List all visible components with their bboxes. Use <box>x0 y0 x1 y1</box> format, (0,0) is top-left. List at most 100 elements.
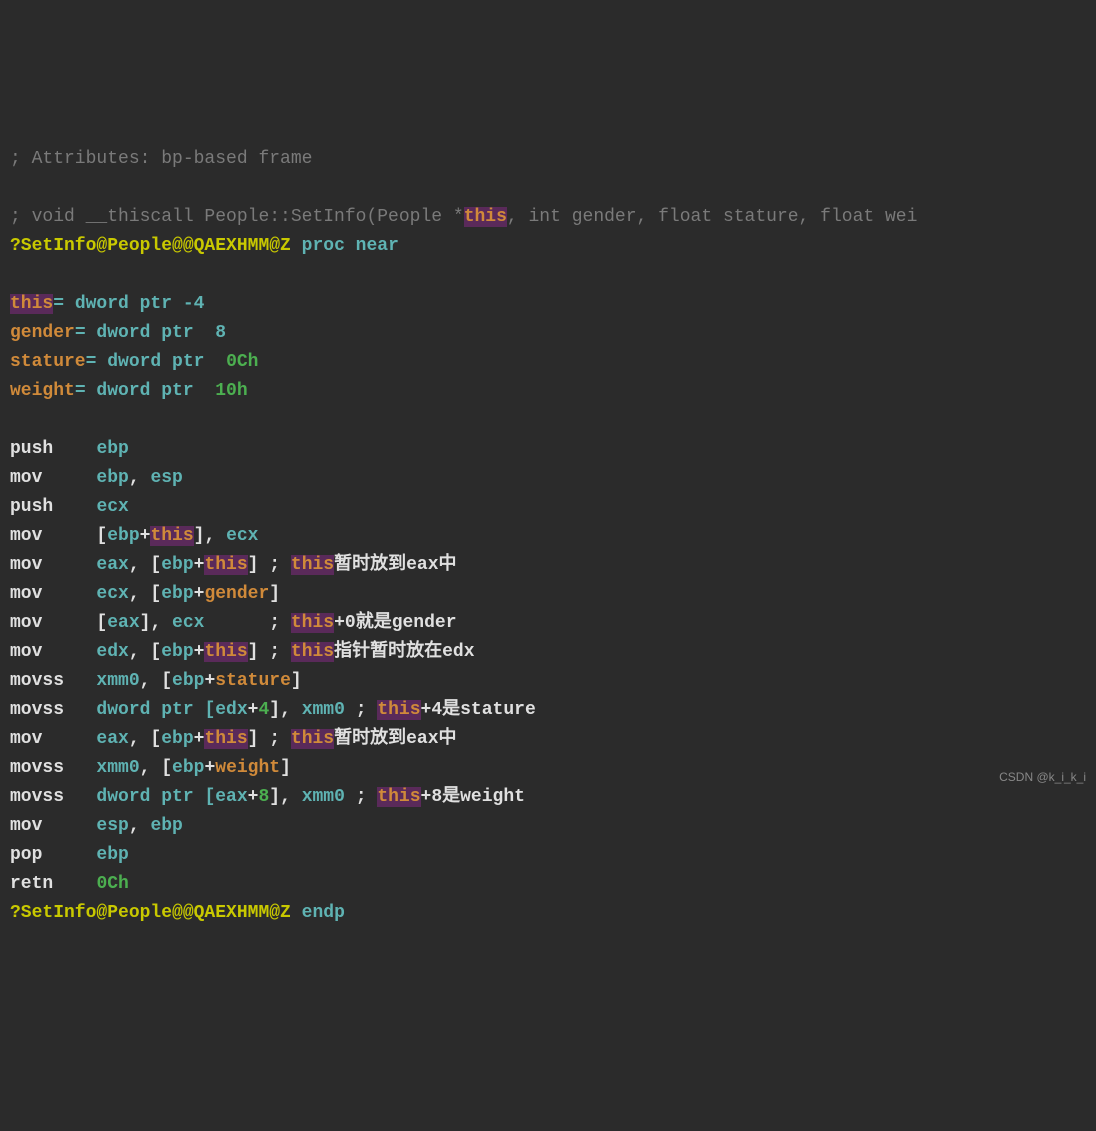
register: xmm0 <box>302 787 345 807</box>
type-spec: dword ptr [ <box>96 700 215 720</box>
bracket: [ <box>96 613 107 633</box>
var-def: = dword ptr <box>86 352 226 372</box>
op: + <box>194 555 205 575</box>
literal-value: 4 <box>258 700 269 720</box>
this-highlight: this <box>291 555 334 575</box>
var-ref: stature <box>215 671 291 691</box>
proc-label: ?SetInfo@People@@QAEXHMM@Z <box>10 903 291 923</box>
register: eax <box>107 613 139 633</box>
literal-value: 0Ch <box>226 352 258 372</box>
var-weight: weight <box>10 381 75 401</box>
register: ebp <box>161 729 193 749</box>
mnemonic: mov <box>10 584 42 604</box>
bracket: ], <box>269 700 301 720</box>
this-highlight: this <box>464 207 507 227</box>
register: ebp <box>161 642 193 662</box>
register: esp <box>150 468 182 488</box>
register: ecx <box>96 584 128 604</box>
literal-value: 10h <box>215 381 247 401</box>
register: ebp <box>96 468 128 488</box>
bracket: [ <box>96 526 107 546</box>
op: + <box>204 671 215 691</box>
bracket: ] <box>269 584 280 604</box>
mnemonic: movss <box>10 700 64 720</box>
this-highlight: this <box>377 787 420 807</box>
register: ecx <box>226 526 258 546</box>
register: edx <box>96 642 128 662</box>
register: xmm0 <box>96 758 139 778</box>
bracket: ], <box>194 526 226 546</box>
mnemonic: movss <box>10 758 64 778</box>
var-def: = dword ptr 8 <box>75 323 226 343</box>
register: ecx <box>96 497 128 517</box>
comment-text: 指针暂时放在edx <box>334 642 474 662</box>
mnemonic: mov <box>10 526 42 546</box>
register: ebp <box>150 816 182 836</box>
literal-value: 0Ch <box>96 874 128 894</box>
comment-text: +8是weight <box>421 787 525 807</box>
register: xmm0 <box>96 671 139 691</box>
bracket: , [ <box>129 584 161 604</box>
register: ebp <box>96 439 128 459</box>
sep: ; <box>204 613 290 633</box>
bracket: ], <box>269 787 301 807</box>
register: eax <box>215 787 247 807</box>
comment-line: ; Attributes: bp-based frame <box>10 149 312 169</box>
comment-text: +0就是gender <box>334 613 456 633</box>
disassembly-view: ; Attributes: bp-based frame ; void __th… <box>10 116 1086 928</box>
register: ebp <box>161 584 193 604</box>
mnemonic: retn <box>10 874 53 894</box>
bracket: ] ; <box>248 642 291 662</box>
proc-label: ?SetInfo@People@@QAEXHMM@Z <box>10 236 291 256</box>
op: + <box>204 758 215 778</box>
register: ecx <box>172 613 204 633</box>
var-def: = dword ptr -4 <box>53 294 204 314</box>
mnemonic: mov <box>10 816 42 836</box>
sep: ; <box>345 700 377 720</box>
op: + <box>194 729 205 749</box>
op: + <box>140 526 151 546</box>
this-highlight: this <box>291 642 334 662</box>
proc-keyword: proc near <box>291 236 399 256</box>
bracket: ] <box>291 671 302 691</box>
op: + <box>248 787 259 807</box>
endp-keyword: endp <box>291 903 345 923</box>
mnemonic: mov <box>10 613 42 633</box>
comment-text: 暂时放到eax中 <box>334 729 456 749</box>
register: eax <box>96 555 128 575</box>
register: ebp <box>172 671 204 691</box>
sep: ; <box>345 787 377 807</box>
sep: , <box>129 816 151 836</box>
register: edx <box>215 700 247 720</box>
mnemonic: mov <box>10 729 42 749</box>
this-highlight: this <box>204 642 247 662</box>
bracket: ] <box>280 758 291 778</box>
var-ref: gender <box>204 584 269 604</box>
this-highlight: this <box>204 729 247 749</box>
signature-comment: ; void __thiscall People::SetInfo(People… <box>10 207 464 227</box>
this-highlight: this <box>150 526 193 546</box>
type-spec: dword ptr [ <box>96 787 215 807</box>
comment-text: 暂时放到eax中 <box>334 555 456 575</box>
op: + <box>194 642 205 662</box>
register: eax <box>96 729 128 749</box>
bracket: , [ <box>129 555 161 575</box>
comment-text: +4是stature <box>421 700 536 720</box>
this-highlight: this <box>204 555 247 575</box>
register: ebp <box>161 555 193 575</box>
bracket: , [ <box>129 729 161 749</box>
mnemonic: push <box>10 497 53 517</box>
var-def: = dword ptr <box>75 381 215 401</box>
op: + <box>194 584 205 604</box>
bracket: ] ; <box>248 729 291 749</box>
this-highlight: this <box>291 729 334 749</box>
literal-value: 8 <box>258 787 269 807</box>
var-ref: weight <box>215 758 280 778</box>
bracket: ], <box>140 613 172 633</box>
mnemonic: mov <box>10 468 42 488</box>
mnemonic: movss <box>10 671 64 691</box>
register: xmm0 <box>302 700 345 720</box>
sep: , <box>129 468 151 488</box>
watermark-text: CSDN @k_i_k_i <box>999 763 1086 792</box>
bracket: ] ; <box>248 555 291 575</box>
